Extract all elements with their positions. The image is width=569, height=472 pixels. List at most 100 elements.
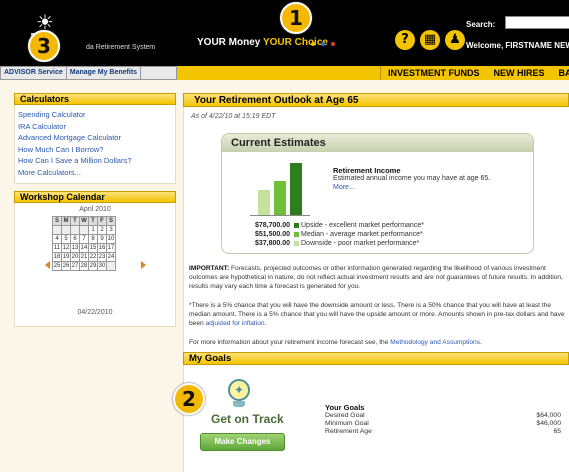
calendar-day[interactable]: 22 (88, 251, 98, 262)
people-icon[interactable]: ♟ (445, 30, 465, 50)
calendar-day[interactable]: 21 (79, 251, 89, 262)
calendar-date: 04/22/2010 (77, 308, 113, 316)
calendar-day[interactable]: 20 (70, 251, 80, 262)
goal-label: Desired Goal (325, 412, 365, 419)
inflation-link[interactable]: adjusted for inflation (206, 320, 265, 327)
forecast-end: . (480, 339, 482, 346)
calendar-weekday: W (79, 215, 89, 226)
prev-month-arrow-icon[interactable] (45, 260, 50, 269)
more-calculators-link[interactable]: More Calculators... (18, 167, 172, 179)
forecast-text: For more information about your retireme… (189, 339, 391, 346)
calendar-day[interactable]: 14 (79, 242, 89, 253)
calendar-day[interactable]: 30 (97, 260, 107, 271)
nav-bas[interactable]: BAS (559, 68, 569, 78)
callout-badge-3: 3 (28, 30, 60, 62)
next-month-arrow-icon[interactable] (141, 260, 146, 269)
callout-badge-2: 2 (173, 383, 205, 415)
forecast-info: For more information about your retireme… (189, 338, 567, 347)
search-input[interactable] (505, 16, 569, 29)
calendar-day[interactable]: 26 (61, 260, 71, 271)
methodology-link[interactable]: Methodology and Assumptions (390, 339, 480, 346)
nav-new-hires[interactable]: NEW HIRES (494, 68, 545, 78)
lightbulb-base (233, 401, 245, 407)
calendar-day[interactable]: 29 (88, 260, 98, 271)
advisor-tabs: ADVISOR Service Manage My Benefits (0, 66, 177, 80)
calendar-day[interactable]: 10 (106, 233, 116, 244)
calendar-month: April 2010 (79, 205, 111, 213)
scenario-label: Median - average market performance* (301, 231, 423, 238)
scenario-label: Downside - poor market performance* (301, 240, 420, 247)
tab-advisor-service[interactable]: ADVISOR Service (1, 67, 67, 79)
help-icon[interactable]: ? (395, 30, 415, 50)
calendar-day[interactable]: 17 (106, 242, 116, 253)
calendar-weekday: T (70, 215, 80, 226)
calendar-weekday: F (97, 215, 107, 226)
calendar-day[interactable]: 5 (61, 233, 71, 244)
workshop-title: Workshop Calendar (14, 190, 176, 203)
header-icons: ? ▦ ♟ (395, 30, 465, 50)
calendar-day[interactable]: 6 (70, 233, 80, 244)
calendar-day[interactable]: 1 (88, 224, 98, 235)
calendar-day[interactable]: 7 (79, 233, 89, 244)
calendar-grid: S M T W T F S 1 2 3 4 5 6 7 8 9 10 11 12 13 14 15 16 17 18 19 20 21… (52, 215, 116, 271)
important-disclaimer: IMPORTANT: Forecasts, projected outcomes… (189, 264, 567, 291)
calculator-link[interactable]: How Can I Save a Million Dollars? (18, 155, 172, 167)
chance-end: . (264, 320, 267, 327)
calendar-day[interactable]: 13 (70, 242, 80, 253)
calculator-icon[interactable]: ▦ (420, 30, 440, 50)
goal-row: Desired Goal $64,000 (325, 412, 561, 420)
calendar-day[interactable]: 19 (61, 251, 71, 262)
as-of-date: As of 4/22/10 at 15:19 EDT (191, 113, 276, 120)
goal-label: Minimum Goal (325, 420, 369, 427)
calendar-day[interactable]: 23 (97, 251, 107, 262)
nav-investment-funds[interactable]: INVESTMENT FUNDS (388, 68, 480, 78)
goal-row: Minimum Goal $46,000 (325, 420, 561, 428)
calendar-day[interactable]: 12 (61, 242, 71, 253)
calculators-title: Calculators (14, 93, 176, 105)
calendar-day (70, 224, 80, 235)
calendar-weekday: S (106, 215, 116, 226)
calendar-day (79, 224, 89, 235)
calendar-day[interactable]: 16 (97, 242, 107, 253)
calendar-day[interactable]: 15 (88, 242, 98, 253)
scenario-row-median: $51,500.00 Median - average market perfo… (246, 230, 424, 239)
calendar-day[interactable]: 11 (52, 242, 62, 253)
tab-manage-benefits[interactable]: Manage My Benefits (67, 67, 142, 79)
important-label: IMPORTANT: (189, 265, 230, 272)
calendar-day[interactable]: 25 (52, 260, 62, 271)
left-sidebar: Calculators Spending Calculator IRA Calc… (14, 93, 176, 327)
calendar-day[interactable]: 18 (52, 251, 62, 262)
calculator-link[interactable]: IRA Calculator (18, 121, 172, 133)
goal-value: $64,000 (536, 412, 561, 419)
calendar-day[interactable]: 27 (70, 260, 80, 271)
callout-badge-1: 1 (280, 2, 312, 34)
calculator-link[interactable]: How Much Can I Borrow? (18, 144, 172, 156)
calendar-day[interactable]: 9 (97, 233, 107, 244)
scenario-swatch (294, 241, 299, 246)
calendar-day[interactable]: 24 (106, 251, 116, 262)
calculator-link[interactable]: Advanced Mortgage Calculator (18, 132, 172, 144)
calendar-weekday: T (88, 215, 98, 226)
calendar-day[interactable]: 2 (97, 224, 107, 235)
outlook-body: As of 4/22/10 at 15:19 EDT Current Estim… (183, 107, 569, 353)
retirement-income-title: Retirement Income (333, 166, 401, 175)
calendar-day[interactable]: 4 (52, 233, 62, 244)
make-changes-button[interactable]: Make Changes (200, 433, 285, 451)
calendar-body: April 2010 S M T W T F S 1 2 3 4 5 6 7 8 9 10 11 12 13 14 15 1… (14, 202, 176, 327)
calendar-day[interactable]: 8 (88, 233, 98, 244)
tagline-part-1: YOUR Money (197, 37, 263, 48)
goal-status: Get on Track (211, 412, 284, 426)
nav-divider (380, 66, 381, 80)
calendar-day[interactable]: 28 (79, 260, 89, 271)
calendar-day[interactable]: 3 (106, 224, 116, 235)
income-bar (258, 190, 270, 215)
logo-subtitle: da Retirement System (86, 44, 156, 51)
goal-label: Retirement Age (325, 428, 372, 435)
more-link[interactable]: More... (333, 184, 355, 191)
my-goals-title: My Goals (183, 352, 569, 365)
my-goals-body: ✦ Get on Track Make Changes Your Goals D… (183, 365, 569, 472)
calendar-weekday: S (52, 215, 62, 226)
scenario-amount: $51,500.00 (254, 231, 290, 238)
calculator-link[interactable]: Spending Calculator (18, 109, 172, 121)
tagline-dots (311, 42, 335, 46)
